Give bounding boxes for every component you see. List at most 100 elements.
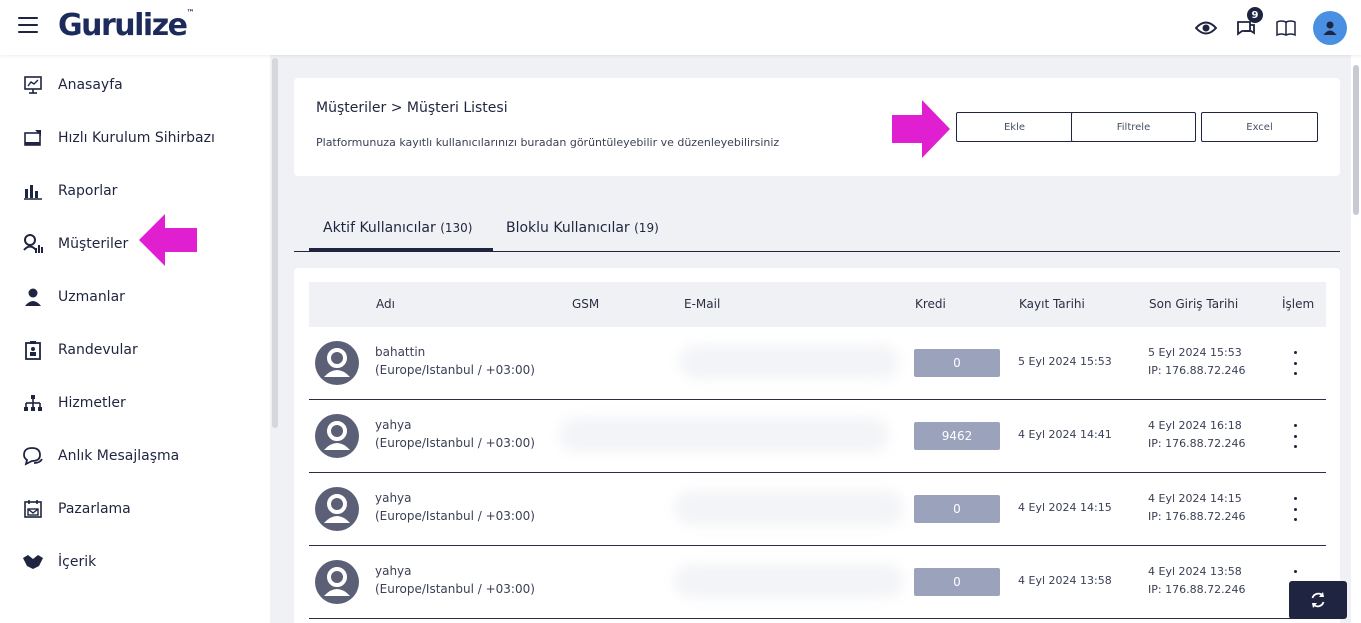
tab-label: Bloklu Kullanıcılar	[506, 220, 630, 236]
last-login-cell: 4 Eyl 2024 16:18 IP: 176.88.72.246	[1148, 417, 1246, 453]
monitor-chart-icon	[22, 74, 44, 96]
column-header-credit[interactable]: Kredi	[915, 297, 946, 311]
table-row[interactable]: yahya (Europe/Istanbul / +03:00) 0 4 Eyl …	[309, 546, 1326, 619]
hamburger-menu-icon[interactable]	[18, 17, 38, 33]
sidebar-item-label: Randevular	[58, 342, 138, 358]
appointment-icon	[22, 339, 44, 361]
tab-blocked-users[interactable]: Bloklu Kullanıcılar (19)	[506, 220, 659, 236]
logo[interactable]: Gurulize™	[58, 8, 195, 43]
sitemap-icon	[22, 392, 44, 414]
chat-icon	[22, 445, 44, 467]
redacted-email	[674, 564, 904, 598]
column-header-registered[interactable]: Kayıt Tarihi	[1019, 297, 1085, 311]
sidebar-item-label: İçerik	[58, 554, 97, 570]
credit-badge[interactable]: 0	[914, 568, 1000, 596]
last-login-cell: 4 Eyl 2024 13:58 IP: 176.88.72.246	[1148, 563, 1246, 599]
sidebar-item-label: Raporlar	[58, 183, 118, 199]
sidebar-item-label: Uzmanlar	[58, 289, 125, 305]
tab-count: (130)	[440, 221, 473, 235]
refresh-button[interactable]	[1289, 581, 1347, 619]
header-card: Müşteriler > Müşteri Listesi Platformunu…	[294, 78, 1340, 176]
user-timezone: (Europe/Istanbul / +03:00)	[375, 509, 535, 523]
tab-count: (19)	[634, 221, 659, 235]
last-login-ip: IP: 176.88.72.246	[1148, 510, 1246, 523]
user-name: bahattin	[375, 345, 426, 359]
sidebar-item-label: Hızlı Kurulum Sihirbazı	[58, 130, 215, 146]
user-avatar-icon	[315, 487, 359, 531]
sidebar-item-musteriler[interactable]: Müşteriler	[0, 224, 270, 264]
sidebar-item-label: Hizmetler	[58, 395, 126, 411]
table-row[interactable]: yahya (Europe/Istanbul / +03:00) 9462 4 E…	[309, 400, 1326, 473]
user-name-cell: yahya (Europe/Istanbul / +03:00)	[375, 562, 535, 598]
sidebar-item-pazarlama[interactable]: Pazarlama	[0, 489, 270, 529]
registered-date: 5 Eyl 2024 15:53	[1018, 355, 1112, 368]
user-timezone: (Europe/Istanbul / +03:00)	[375, 436, 535, 450]
sidebar-item-label: Anasayfa	[58, 77, 123, 93]
more-actions-icon[interactable]	[1289, 424, 1301, 448]
table-row[interactable]: bahattin (Europe/Istanbul / +03:00) 0 5 E…	[309, 327, 1326, 400]
breadcrumb: Müşteriler > Müşteri Listesi	[316, 100, 508, 116]
top-icons: 9	[1193, 7, 1347, 46]
column-header-email[interactable]: E-Mail	[684, 297, 720, 311]
sidebar-item-uzmanlar[interactable]: Uzmanlar	[0, 277, 270, 317]
logo-text: Gurulize	[58, 8, 188, 43]
notification-badge: 9	[1247, 7, 1263, 23]
credit-badge[interactable]: 9462	[914, 422, 1000, 450]
more-actions-icon[interactable]	[1289, 497, 1301, 521]
expert-icon	[22, 286, 44, 308]
last-login-date: 5 Eyl 2024 15:53	[1148, 346, 1242, 359]
registered-date: 4 Eyl 2024 13:58	[1018, 574, 1112, 587]
registered-date: 4 Eyl 2024 14:41	[1018, 428, 1112, 441]
sidebar-item-anasayfa[interactable]: Anasayfa	[0, 65, 270, 105]
customers-icon	[22, 233, 44, 255]
user-name: yahya	[375, 418, 412, 432]
table-row[interactable]: yahya (Europe/Istanbul / +03:00) 0 4 Eyl …	[309, 473, 1326, 546]
credit-badge[interactable]: 0	[914, 349, 1000, 377]
more-actions-icon[interactable]	[1289, 351, 1301, 375]
column-header-name[interactable]: Adı	[376, 297, 395, 311]
main-scrollbar[interactable]	[1351, 55, 1361, 623]
table-header: Adı GSM E-Mail Kredi Kayıt Tarihi Son Gi…	[309, 282, 1326, 327]
book-icon[interactable]	[1273, 15, 1299, 41]
calendar-mail-icon	[22, 498, 44, 520]
excel-button[interactable]: Excel	[1201, 112, 1318, 142]
user-timezone: (Europe/Istanbul / +03:00)	[375, 363, 535, 377]
last-login-cell: 5 Eyl 2024 15:53 IP: 176.88.72.246	[1148, 344, 1246, 380]
column-header-last-login[interactable]: Son Giriş Tarihi	[1149, 297, 1238, 311]
sidebar-item-hizmetler[interactable]: Hizmetler	[0, 383, 270, 423]
user-timezone: (Europe/Istanbul / +03:00)	[375, 582, 535, 596]
add-button[interactable]: Ekle	[956, 112, 1073, 142]
sidebar-scrollbar[interactable]	[272, 58, 278, 428]
user-avatar-icon[interactable]	[1313, 11, 1347, 45]
sidebar: Anasayfa Hızlı Kurulum Sihirbazı Raporla…	[0, 55, 270, 623]
column-header-gsm[interactable]: GSM	[572, 297, 599, 311]
user-name-cell: bahattin (Europe/Istanbul / +03:00)	[375, 343, 535, 379]
sidebar-item-label: Müşteriler	[58, 236, 129, 252]
filter-button[interactable]: Filtrele	[1071, 112, 1196, 142]
user-avatar-icon	[315, 560, 359, 604]
scrollbar-thumb[interactable]	[1353, 65, 1359, 215]
bar-chart-icon	[22, 180, 44, 202]
chat-icon[interactable]: 9	[1233, 7, 1263, 41]
sidebar-item-randevular[interactable]: Randevular	[0, 330, 270, 370]
sidebar-item-raporlar[interactable]: Raporlar	[0, 171, 270, 211]
user-avatar-icon	[315, 414, 359, 458]
registered-date: 4 Eyl 2024 14:15	[1018, 501, 1112, 514]
sidebar-item-anlik-mesajlasma[interactable]: Anlık Mesajlaşma	[0, 436, 270, 476]
sidebar-item-icerik[interactable]: İçerik	[0, 542, 270, 582]
customers-table: Adı GSM E-Mail Kredi Kayıt Tarihi Son Gi…	[294, 268, 1340, 623]
last-login-date: 4 Eyl 2024 16:18	[1148, 419, 1242, 432]
last-login-date: 4 Eyl 2024 14:15	[1148, 492, 1242, 505]
tab-active-users[interactable]: Aktif Kullanıcılar (130)	[323, 220, 472, 236]
logo-tm: ™	[186, 8, 195, 17]
user-name: yahya	[375, 491, 412, 505]
last-login-ip: IP: 176.88.72.246	[1148, 364, 1246, 377]
user-name: yahya	[375, 564, 412, 578]
page-subtitle: Platformunuza kayıtlı kullanıcılarınızı …	[316, 136, 780, 149]
sidebar-item-hizli-kurulum[interactable]: Hızlı Kurulum Sihirbazı	[0, 118, 270, 158]
user-avatar-icon	[315, 341, 359, 385]
credit-badge[interactable]: 0	[914, 495, 1000, 523]
pointer-arrow-right	[892, 100, 950, 158]
handshake-icon	[22, 551, 44, 573]
eye-icon[interactable]	[1193, 15, 1219, 41]
